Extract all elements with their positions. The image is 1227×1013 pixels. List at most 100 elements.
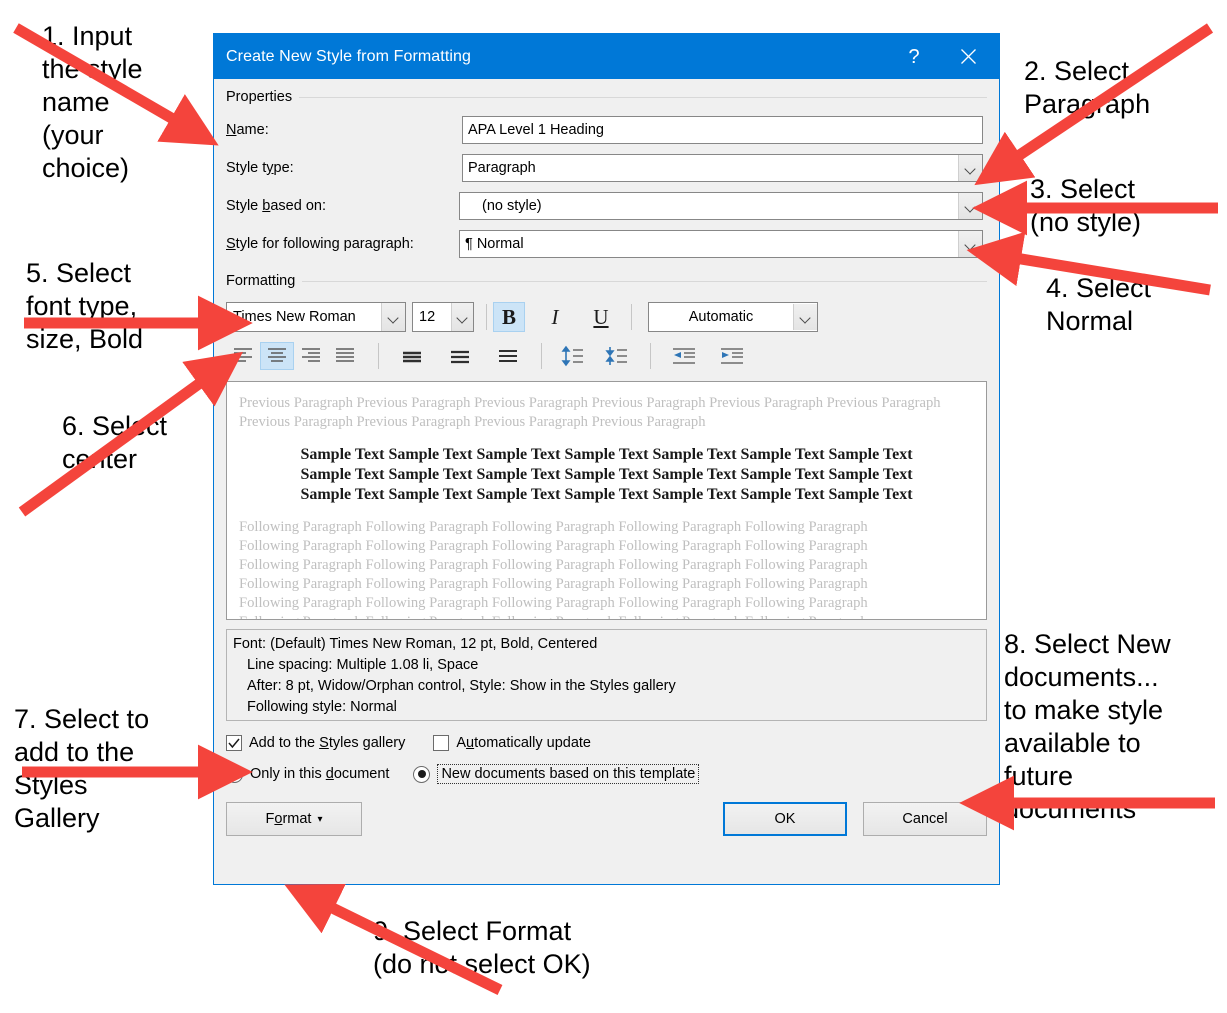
ok-button-label: OK — [774, 811, 796, 827]
chevron-down-icon[interactable] — [958, 231, 982, 257]
font-color-value: Automatic — [688, 309, 754, 325]
automatically-update-label: Automatically update — [456, 735, 591, 751]
decrease-indent-button[interactable] — [667, 342, 701, 370]
style-based-on-label: Style based on: — [226, 198, 326, 214]
description-line: Following style: Normal — [247, 699, 397, 715]
italic-glyph: I — [551, 304, 559, 329]
annotation-5: 5. Select font type, size, Bold — [26, 258, 144, 354]
line-spacing-1-5-button[interactable] — [443, 342, 477, 370]
description-line: Font: (Default) Times New Roman, 12 pt, … — [233, 636, 598, 652]
increase-paragraph-spacing-button[interactable] — [556, 342, 590, 370]
chevron-down-icon[interactable] — [381, 303, 405, 331]
align-left-icon — [234, 348, 252, 362]
screenshot-root: Create New Style from Formatting ? Prope… — [0, 0, 1227, 1013]
align-right-icon — [302, 348, 320, 362]
font-color-dropdown[interactable]: Automatic — [648, 302, 818, 332]
formatting-group-label: Formatting — [226, 273, 303, 289]
name-input[interactable]: APA Level 1 Heading — [462, 116, 983, 144]
line-spacing-double-button[interactable] — [491, 342, 525, 370]
style-description: Font: (Default) Times New Roman, 12 pt, … — [226, 629, 987, 721]
style-type-label: Style type: — [226, 160, 294, 176]
annotation-4: 4. Select Normal — [1046, 273, 1152, 336]
preview-sample-line: Sample Text Sample Text Sample Text Samp… — [300, 446, 913, 463]
checkbox-unchecked-icon — [433, 735, 450, 751]
ok-button[interactable]: OK — [723, 802, 847, 836]
preview-following-line: Following Paragraph Following Paragraph … — [239, 538, 868, 554]
bold-glyph: B — [501, 304, 516, 329]
align-right-button[interactable] — [294, 342, 328, 370]
checkmark-glyph — [228, 738, 240, 748]
style-type-row: Style type: Paragraph — [226, 154, 987, 182]
annotation-9: 9. Select Format (do not select OK) — [373, 916, 591, 979]
caret-down-icon: ▾ — [317, 813, 323, 825]
annotation-2: 2. Select Paragraph — [1024, 56, 1151, 119]
increase-indent-icon — [721, 348, 743, 364]
increase-indent-button[interactable] — [715, 342, 749, 370]
align-justify-button[interactable] — [328, 342, 362, 370]
toolbar-separator — [541, 343, 542, 369]
help-glyph: ? — [908, 45, 920, 68]
bold-button[interactable]: B — [493, 302, 525, 332]
new-documents-label: New documents based on this template — [437, 764, 700, 784]
underline-button[interactable]: U — [585, 302, 617, 332]
font-toolbar: Times New Roman 12 B I U Automatic — [226, 302, 987, 332]
close-x-glyph — [960, 49, 976, 64]
automatically-update-checkbox[interactable]: Automatically update — [433, 735, 591, 751]
chevron-down-icon[interactable] — [451, 303, 473, 331]
font-size-value: 12 — [419, 309, 436, 325]
preview-following-line: Following Paragraph Following Paragraph … — [239, 557, 868, 573]
font-size-dropdown[interactable]: 12 — [412, 302, 474, 332]
cancel-button[interactable]: Cancel — [863, 802, 987, 836]
chevron-down-icon[interactable] — [793, 304, 817, 330]
line-spacing-single-button[interactable] — [395, 342, 429, 370]
style-following-value: ¶ Normal — [465, 236, 524, 252]
italic-button[interactable]: I — [539, 302, 571, 332]
annotation-8: 8. Select New documents... to make style… — [1004, 629, 1171, 824]
increase-paragraph-spacing-icon — [561, 345, 583, 367]
annotation-6: 6. Select center — [62, 411, 168, 474]
style-based-on-dropdown[interactable]: (no style) — [459, 192, 983, 220]
align-left-button[interactable] — [226, 342, 260, 370]
toolbar-separator — [650, 343, 651, 369]
align-center-icon — [268, 348, 286, 362]
cancel-button-label: Cancel — [902, 811, 948, 827]
dialog-body: Properties Name: APA Level 1 Heading Sty… — [214, 79, 999, 884]
preview-following-line: Following Paragraph Following Paragraph … — [239, 576, 868, 592]
name-row: Name: APA Level 1 Heading — [226, 116, 987, 144]
preview-previous-paragraph: Previous Paragraph Previous Paragraph Pr… — [239, 395, 941, 430]
preview-sample-text: Sample Text Sample Text Sample Text Samp… — [239, 445, 974, 505]
options-radio-row: Only in this document New documents base… — [226, 762, 987, 786]
dialog-title: Create New Style from Formatting — [226, 47, 472, 65]
add-to-gallery-checkbox[interactable]: Add to the Styles gallery — [226, 735, 405, 751]
line-spacing-single-icon — [403, 351, 421, 363]
only-in-this-document-radio[interactable]: Only in this document — [226, 765, 390, 783]
close-icon[interactable] — [945, 34, 991, 79]
style-following-dropdown[interactable]: ¶ Normal — [459, 230, 983, 258]
formatting-group-divider — [226, 281, 987, 282]
only-in-this-document-label: Only in this document — [250, 766, 390, 782]
format-button[interactable]: Format ▾ — [226, 802, 362, 836]
name-input-value: APA Level 1 Heading — [468, 122, 604, 138]
chevron-down-icon[interactable] — [958, 193, 982, 219]
decrease-paragraph-spacing-button[interactable] — [600, 342, 634, 370]
format-button-label: Format — [265, 811, 312, 827]
align-center-button[interactable] — [260, 342, 294, 370]
name-label: Name: — [226, 122, 269, 138]
preview-sample-line: Sample Text Sample Text Sample Text Samp… — [300, 486, 913, 503]
dialog-title-bar: Create New Style from Formatting ? — [214, 34, 999, 79]
toolbar-separator — [486, 304, 487, 330]
font-family-dropdown[interactable]: Times New Roman — [226, 302, 406, 332]
help-icon[interactable]: ? — [891, 34, 937, 79]
style-type-dropdown[interactable]: Paragraph — [462, 154, 983, 182]
style-following-row: Style for following paragraph: ¶ Normal — [226, 230, 987, 258]
annotation-3: 3. Select (no style) — [1030, 174, 1142, 237]
radio-selected-icon — [413, 765, 431, 783]
new-documents-radio[interactable]: New documents based on this template — [413, 764, 700, 784]
chevron-down-icon[interactable] — [958, 155, 982, 181]
options-check-row: Add to the Styles gallery Automatically … — [226, 732, 987, 754]
properties-group: Properties — [226, 88, 987, 106]
description-line: After: 8 pt, Widow/Orphan control, Style… — [247, 678, 676, 694]
style-following-label: Style for following paragraph: — [226, 236, 414, 252]
properties-group-label: Properties — [226, 89, 300, 105]
line-spacing-1-5-icon — [451, 350, 469, 364]
